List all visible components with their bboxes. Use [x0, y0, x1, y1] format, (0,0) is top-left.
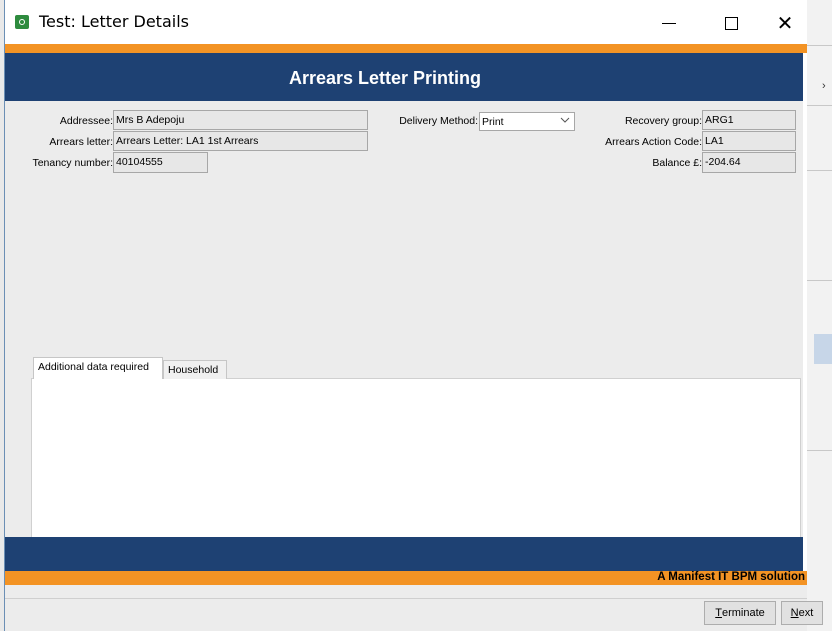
addressee-label: Addressee: — [59, 115, 113, 127]
tab-household[interactable]: Household — [163, 360, 227, 379]
balance-field: -204.64 — [702, 152, 796, 173]
tab-strip: Additional data required Household — [29, 357, 799, 537]
recovery-group-label: Recovery group: — [624, 115, 702, 127]
background-window: › — [806, 0, 832, 631]
delivery-method-label: Delivery Method: — [399, 115, 478, 127]
close-icon: ✕ — [776, 12, 794, 35]
next-button[interactable]: Next — [781, 601, 823, 625]
next-accelerator: N — [790, 607, 799, 619]
arrears-letter-label: Arrears letter: — [49, 136, 113, 148]
footer-band — [5, 537, 803, 571]
orange-stripe-top — [5, 44, 807, 53]
arrears-letter-field: Arrears Letter: LA1 1st Arrears — [113, 131, 368, 151]
letter-details-window: Test: Letter Details ✕ Arrears Letter Pr… — [4, 0, 823, 631]
arrears-action-code-field: LA1 — [702, 131, 796, 151]
tenancy-number-label: Tenancy number: — [32, 157, 113, 169]
maximize-button[interactable] — [708, 8, 754, 38]
minimize-icon — [662, 22, 676, 24]
close-button[interactable]: ✕ — [762, 8, 808, 38]
addressee-field: Mrs B Adepoju — [113, 110, 368, 130]
recovery-group-field: ARG1 — [702, 110, 796, 130]
maximize-icon — [724, 16, 738, 30]
page-title: Arrears Letter Printing — [288, 68, 482, 88]
button-bar — [5, 585, 807, 631]
background-glyph: › — [822, 80, 826, 92]
terminate-button[interactable]: Terminate — [704, 601, 776, 625]
app-icon — [15, 15, 29, 29]
tab-additional-data[interactable]: Additional data required — [33, 357, 163, 379]
balance-label: Balance £: — [652, 157, 702, 169]
next-label: ext — [798, 607, 814, 619]
title-bar: Test: Letter Details ✕ — [5, 0, 807, 46]
arrears-action-code-label: Arrears Action Code: — [605, 136, 702, 148]
divider — [5, 598, 807, 599]
footer-tagline: A Manifest IT BPM solution — [657, 571, 805, 583]
terminate-accelerator: T — [715, 607, 722, 619]
tenancy-number-field: 40104555 — [113, 152, 208, 173]
delivery-method-select[interactable]: Print — [479, 112, 575, 131]
terminate-label: erminate — [721, 607, 765, 619]
minimize-button[interactable] — [646, 8, 692, 38]
window-title: Test: Letter Details — [39, 12, 189, 31]
delivery-method-value: Print — [482, 116, 504, 128]
background-highlight — [814, 334, 832, 364]
